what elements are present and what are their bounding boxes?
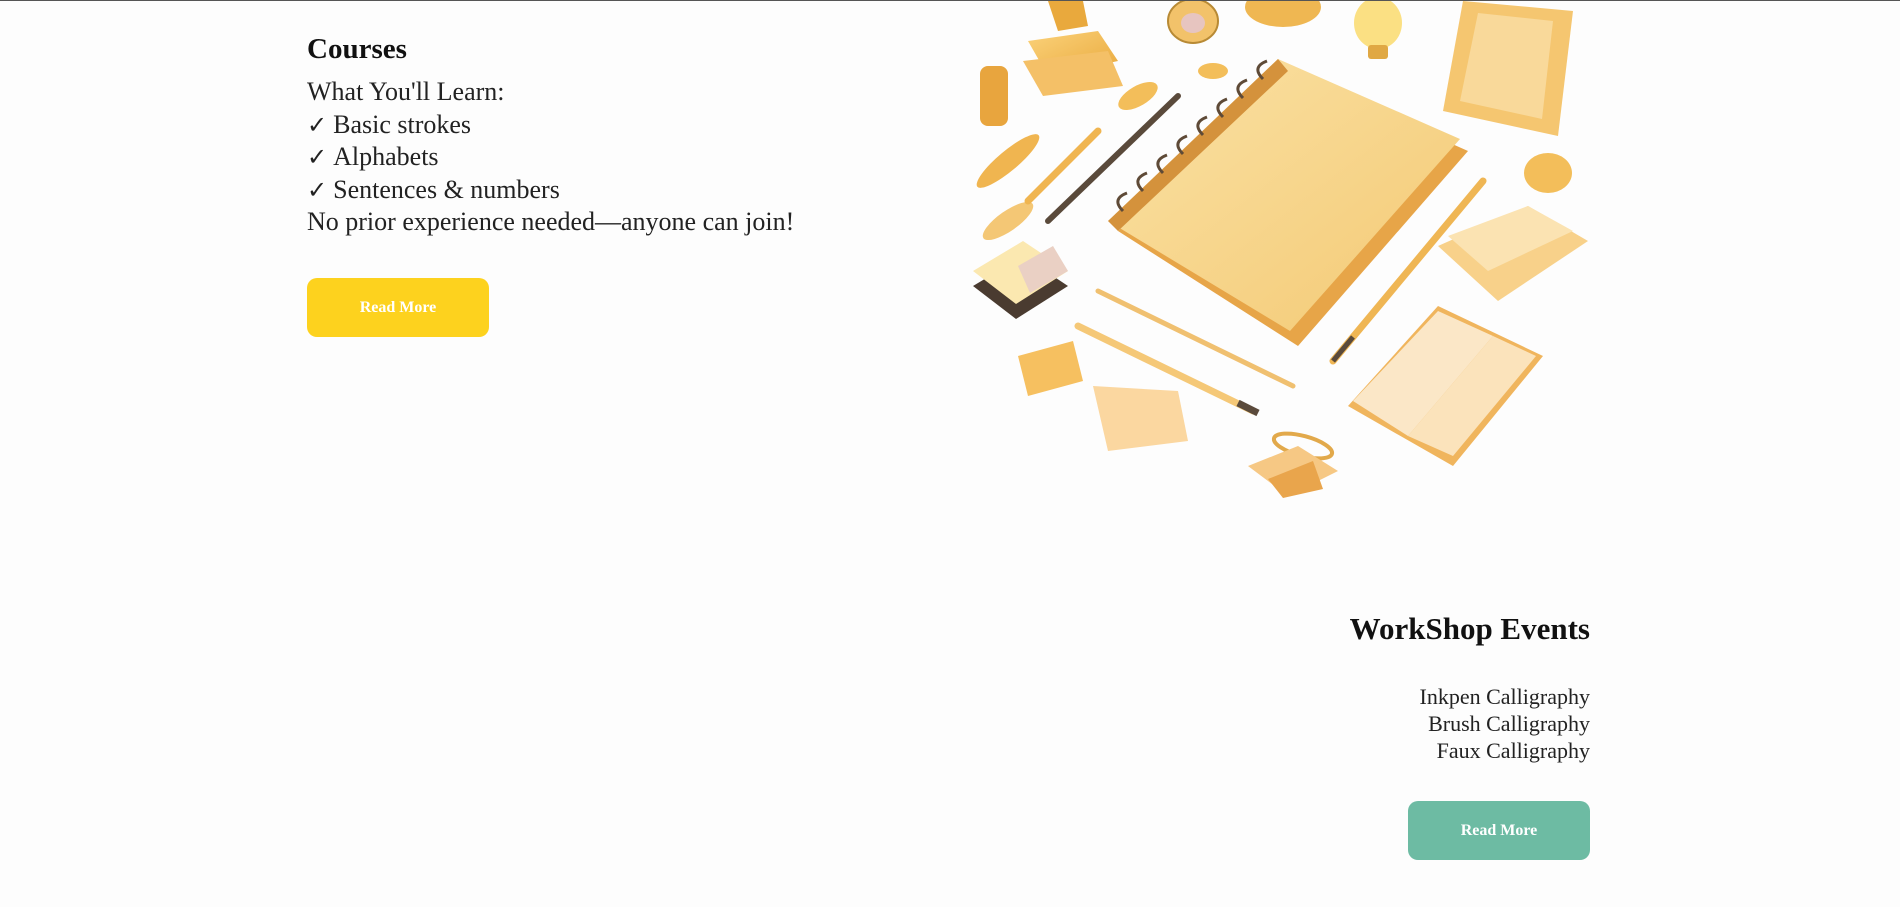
- course-item-label: Basic strokes: [333, 109, 472, 139]
- courses-read-more-button[interactable]: Read More: [307, 278, 489, 337]
- picture-frame-icon: [1443, 1, 1573, 136]
- clock-icon: [1245, 0, 1321, 27]
- courses-note: No prior experience needed—anyone can jo…: [307, 207, 795, 236]
- courses-title: Courses: [307, 33, 407, 65]
- course-item-label: Alphabets: [333, 142, 439, 171]
- check-icon: ✓: [307, 175, 328, 204]
- notepad-icon: [1438, 153, 1588, 301]
- courses-section: Courses What You'll Learn: ✓ Basic stroke…: [307, 33, 927, 239]
- workshop-list: Inkpen Calligraphy Brush Calligraphy Fau…: [1350, 683, 1590, 764]
- light-bulb-icon: [1354, 0, 1402, 59]
- envelope-icon: [1248, 446, 1338, 498]
- stationery-illustration-svg: [973, 0, 1588, 498]
- courses-intro: What You'll Learn:: [307, 77, 505, 106]
- course-item: ✓ Alphabets: [307, 141, 927, 174]
- check-icon: ✓: [307, 143, 328, 171]
- course-item: ✓ Sentences & numbers: [307, 174, 927, 207]
- workshop-item: Inkpen Calligraphy: [1419, 684, 1590, 709]
- workshop-title: WorkShop Events: [1349, 611, 1590, 646]
- sticky-notes-icon: [973, 241, 1068, 319]
- check-icon: ✓: [307, 110, 328, 139]
- book-stack-icon: [1023, 1, 1123, 96]
- course-item: ✓ Basic strokes: [307, 109, 927, 142]
- stationery-flatlay-illustration: [968, 0, 1593, 501]
- workshop-item: Faux Calligraphy: [1436, 738, 1590, 763]
- courses-body: What You'll Learn: ✓ Basic strokes ✓ Alpha…: [307, 76, 927, 239]
- open-book-icon: [1348, 306, 1543, 466]
- spiral-notebook-icon: [1108, 59, 1468, 346]
- course-item-label: Sentences & numbers: [333, 174, 560, 204]
- page: Courses What You'll Learn: ✓ Basic stroke…: [0, 0, 1900, 907]
- workshop-read-more-button[interactable]: Read More: [1408, 801, 1590, 860]
- workshop-item: Brush Calligraphy: [1428, 711, 1590, 736]
- bottle-icon: [980, 66, 1008, 126]
- lamp-icon: [1167, 0, 1219, 44]
- workshop-section: WorkShop Events Inkpen Calligraphy Brush…: [1350, 611, 1590, 764]
- eraser-icon: [1018, 341, 1188, 451]
